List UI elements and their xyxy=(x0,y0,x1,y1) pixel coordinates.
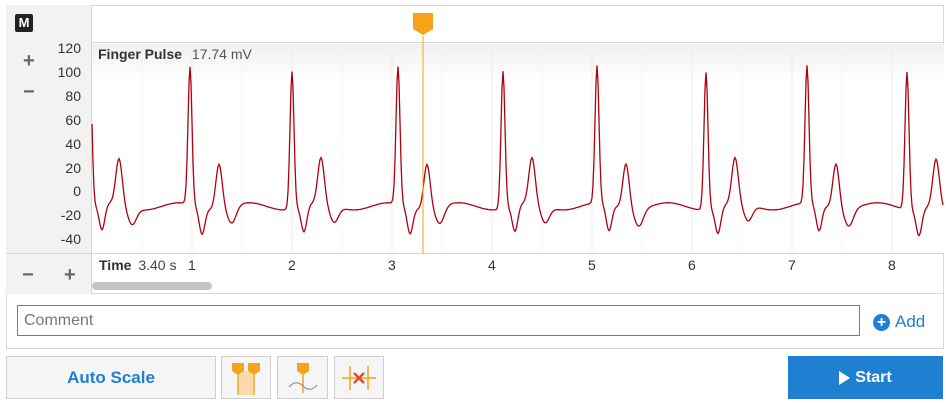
auto-scale-button[interactable]: Auto Scale xyxy=(6,356,216,399)
two-markers-icon xyxy=(232,363,260,395)
time-scrollbar[interactable] xyxy=(92,282,212,290)
time-value: 3.40 s xyxy=(138,257,177,273)
x-tick-label: 2 xyxy=(288,257,296,273)
comment-input[interactable] xyxy=(17,305,860,336)
selection-band xyxy=(239,371,253,395)
x-tick-label: 6 xyxy=(688,257,696,273)
marker-flag xyxy=(297,363,309,375)
start-button[interactable]: Start xyxy=(788,356,943,399)
remove-marker-icon xyxy=(342,366,376,390)
channel-value: 17.74 mV xyxy=(191,46,252,62)
add-single-marker-button[interactable] xyxy=(277,356,328,399)
x-tick-label: 3 xyxy=(388,257,396,273)
x-tick-label: 7 xyxy=(788,257,796,273)
plus-circle-icon: + xyxy=(873,313,890,331)
add-label: Add xyxy=(895,312,926,331)
x-tick-label: 8 xyxy=(888,257,896,273)
add-comment-button[interactable]: + Add xyxy=(873,311,925,333)
x-tick-label: 4 xyxy=(488,257,496,273)
finger-pulse-trace xyxy=(91,65,944,237)
remove-markers-button[interactable] xyxy=(334,356,384,399)
time-zoom-panel xyxy=(6,253,92,294)
start-label: Start xyxy=(855,368,892,386)
single-marker-icon xyxy=(288,363,318,393)
time-label: Time xyxy=(99,257,132,273)
time-marker-handle[interactable] xyxy=(412,12,434,36)
x-tick-label: 1 xyxy=(188,257,196,273)
time-zoom-in-button[interactable]: + xyxy=(64,265,76,285)
play-icon xyxy=(839,370,851,385)
marker-handle-shape xyxy=(413,13,433,35)
time-readout: Time 3.40 s xyxy=(99,257,176,273)
x-tick-label: 5 xyxy=(588,257,596,273)
channel-name: Finger Pulse xyxy=(98,46,183,62)
time-zoom-out-button[interactable]: − xyxy=(22,265,34,285)
channel-title: Finger Pulse 17.74 mV xyxy=(98,46,252,62)
add-two-markers-button[interactable] xyxy=(221,356,271,399)
